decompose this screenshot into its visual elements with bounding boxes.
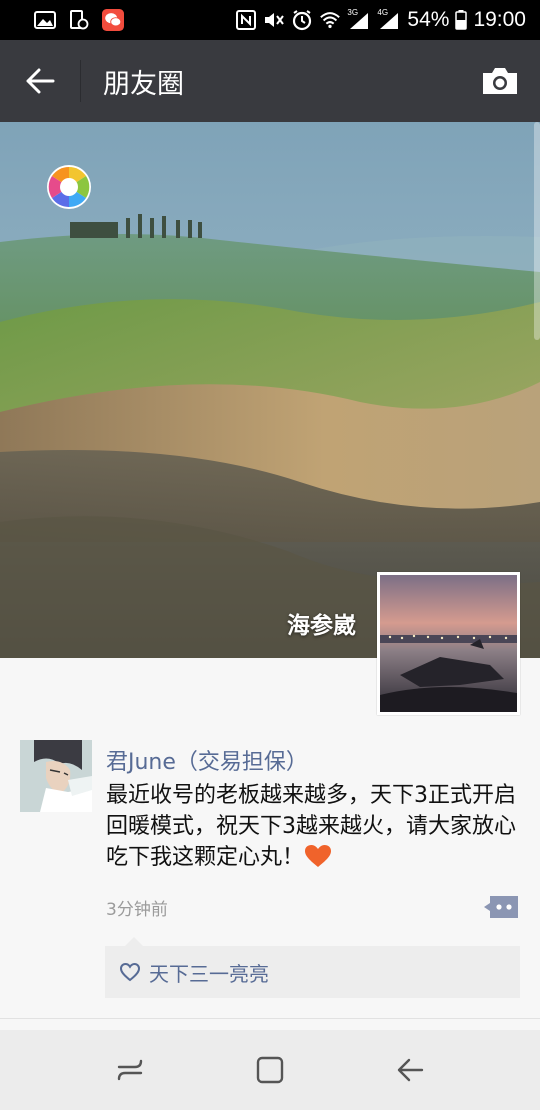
home-button[interactable] — [240, 1040, 300, 1100]
battery-percent: 54% — [407, 8, 450, 31]
post-author-avatar[interactable] — [20, 740, 92, 812]
like-user-name[interactable]: 天下三一亮亮 — [149, 958, 269, 987]
system-back-button[interactable] — [380, 1040, 440, 1100]
likes-box: 天下三一亮亮 — [105, 937, 520, 998]
nfc-icon — [235, 10, 257, 30]
title-divider — [80, 60, 81, 102]
title-bar: 朋友圈 — [0, 40, 540, 122]
mute-icon — [263, 10, 285, 30]
back-arrow-icon — [26, 68, 55, 94]
wifi-icon — [319, 10, 341, 30]
wechat-icon — [102, 9, 124, 31]
post-time: 3分钟前 — [106, 900, 168, 920]
post-author-name[interactable]: 君June（交易担保） — [106, 744, 308, 776]
back-button[interactable] — [0, 40, 80, 122]
system-back-icon — [397, 1058, 424, 1082]
gallery-icon — [34, 10, 56, 30]
signal-3g-icon: 3G — [347, 8, 371, 30]
recent-apps-icon — [117, 1059, 143, 1081]
heart-emoji-icon — [305, 845, 332, 867]
camera-button[interactable] — [460, 40, 540, 122]
scrollbar[interactable] — [534, 122, 540, 340]
home-icon — [256, 1056, 284, 1084]
user-name[interactable]: 海参崴 — [287, 606, 356, 640]
page-title: 朋友圈 — [103, 68, 184, 100]
device-icon — [68, 10, 90, 30]
comment-more-button[interactable] — [482, 894, 520, 920]
my-avatar[interactable] — [377, 572, 520, 715]
post-separator — [0, 1018, 540, 1019]
battery-icon — [455, 10, 468, 30]
avatar-image — [380, 575, 517, 712]
author-avatar-image — [20, 740, 92, 812]
camera-icon — [483, 68, 517, 94]
clock: 19:00 — [473, 8, 526, 31]
status-bar: 3G 4G 54% 19:00 — [0, 0, 540, 40]
like-heart-icon — [119, 962, 141, 982]
navigation-bar — [0, 1030, 540, 1110]
post-text: 最近收号的老板越来越多，天下3正式开启回暖模式，祝天下3越来越火，请大家放心吃下… — [106, 783, 516, 870]
alarm-icon — [291, 10, 313, 31]
recent-apps-button[interactable] — [100, 1040, 160, 1100]
shutter-icon[interactable] — [46, 164, 92, 210]
signal-4g-icon: 4G — [377, 8, 401, 30]
